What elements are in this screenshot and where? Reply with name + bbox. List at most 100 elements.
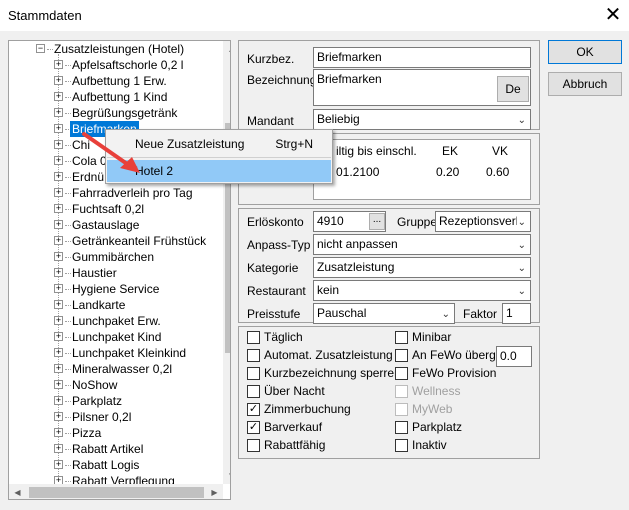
checkbox[interactable]: ✓ [247, 403, 260, 416]
expand-icon[interactable]: + [54, 220, 63, 229]
expand-icon[interactable]: + [54, 364, 63, 373]
expand-icon[interactable]: + [54, 204, 63, 213]
tree-item[interactable]: + Hygiene Service [9, 281, 223, 297]
price-table[interactable]: iltig bis einschl. EK VK 01.2100 0.20 0.… [313, 139, 531, 200]
checkbox[interactable] [395, 349, 408, 362]
close-button[interactable]: ✕ [600, 2, 626, 28]
tree-item[interactable]: + Pilsner 0,2l [9, 409, 223, 425]
expand-icon[interactable]: + [54, 396, 63, 405]
tree-item[interactable]: + Fuchtsaft 0,2l [9, 201, 223, 217]
tree-item-label: Lunchpaket Kleinkind [72, 346, 187, 360]
checkbox[interactable] [395, 439, 408, 452]
expand-icon[interactable]: + [54, 252, 63, 261]
tree-item[interactable]: + Lunchpaket Kind [9, 329, 223, 345]
window-title: Stammdaten [8, 8, 82, 23]
preisstufe-select[interactable]: Pauschal ⌄ [313, 303, 455, 324]
tree-item[interactable]: + Landkarte [9, 297, 223, 313]
tree-item[interactable]: + Fahrradverleih pro Tag [9, 185, 223, 201]
expand-icon[interactable]: + [54, 428, 63, 437]
kategorie-select[interactable]: Zusatzleistung ⌄ [313, 257, 531, 278]
checkbox[interactable] [247, 439, 260, 452]
expand-icon[interactable]: + [54, 348, 63, 357]
checkbox[interactable] [395, 421, 408, 434]
expand-icon[interactable]: + [54, 284, 63, 293]
tree-item[interactable]: + Rabatt Logis [9, 457, 223, 473]
expand-icon[interactable]: + [54, 332, 63, 341]
checkbox[interactable] [395, 403, 408, 416]
kategorie-value: Zusatzleistung [317, 260, 395, 274]
tree-item[interactable]: + Lunchpaket Erw. [9, 313, 223, 329]
gruppe-value: Rezeptionsverk [439, 214, 522, 228]
restaurant-select[interactable]: kein ⌄ [313, 280, 531, 301]
tree-item[interactable]: + Getränkeanteil Frühstück [9, 233, 223, 249]
expand-icon[interactable]: + [54, 76, 63, 85]
faktor-label: Faktor [463, 307, 498, 321]
price-table-header-valid: iltig bis einschl. [336, 144, 417, 158]
expand-icon[interactable]: + [54, 236, 63, 245]
checkbox-label: An FeWo überg. [412, 348, 500, 362]
tree-item[interactable]: + NoShow [9, 377, 223, 393]
tree-item[interactable]: + Apfelsaftschorle 0,2 l [9, 57, 223, 73]
chevron-down-icon: ⌄ [517, 286, 526, 297]
expand-icon[interactable]: + [54, 140, 63, 149]
checkbox-label: Automat. Zusatzleistung [264, 348, 393, 362]
tree-item[interactable]: + Gastauslage [9, 217, 223, 233]
scroll-right-icon[interactable]: ▶ [206, 484, 223, 499]
cancel-button[interactable]: Abbruch [548, 72, 622, 96]
tree-item[interactable]: + Mineralwasser 0,2l [9, 361, 223, 377]
expand-icon[interactable]: + [54, 300, 63, 309]
tree-item[interactable]: + Aufbettung 1 Kind [9, 89, 223, 105]
expand-icon[interactable]: + [54, 444, 63, 453]
expand-icon[interactable]: + [54, 108, 63, 117]
expand-icon[interactable]: + [54, 380, 63, 389]
expand-icon[interactable]: + [54, 124, 63, 133]
checkbox[interactable]: ✓ [247, 421, 260, 434]
expand-icon[interactable]: + [54, 188, 63, 197]
mandant-select[interactable]: Beliebig ⌄ [313, 109, 531, 130]
checkbox[interactable] [247, 331, 260, 344]
tree-item[interactable]: + Aufbettung 1 Erw. [9, 73, 223, 89]
expand-icon[interactable]: + [54, 268, 63, 277]
scroll-left-icon[interactable]: ◀ [9, 484, 26, 499]
chevron-down-icon: ⌄ [517, 115, 526, 126]
tree-item[interactable]: + Parkplatz [9, 393, 223, 409]
collapse-icon[interactable]: − [36, 44, 45, 53]
anpasstyp-select[interactable]: nicht anpassen ⌄ [313, 234, 531, 255]
tree-item[interactable]: + Begrüßungsgetränk [9, 105, 223, 121]
tree-item[interactable]: + Haustier [9, 265, 223, 281]
expand-icon[interactable]: + [54, 60, 63, 69]
faktor-input[interactable]: 1 [502, 303, 531, 324]
checkbox[interactable] [395, 385, 408, 398]
checkbox[interactable] [395, 331, 408, 344]
expand-icon[interactable]: + [54, 460, 63, 469]
tree-item[interactable]: + Gummibärchen [9, 249, 223, 265]
checkbox[interactable] [395, 367, 408, 380]
tree-item[interactable]: + Rabatt Artikel [9, 441, 223, 457]
horizontal-scroll-thumb[interactable] [29, 487, 204, 498]
expand-icon[interactable]: + [54, 156, 63, 165]
chevron-down-icon: ⌄ [517, 240, 526, 251]
checkbox-label: Zimmerbuchung [264, 402, 351, 416]
expand-icon[interactable]: + [54, 172, 63, 181]
tree-item[interactable]: + Pizza [9, 425, 223, 441]
scroll-down-icon[interactable]: ▼ [223, 467, 230, 484]
tree-item[interactable]: + Lunchpaket Kleinkind [9, 345, 223, 361]
checkbox-label: Minibar [412, 330, 452, 344]
checkbox[interactable] [247, 385, 260, 398]
gruppe-select[interactable]: Rezeptionsverk ⌄ [435, 211, 531, 232]
erloeskonto-browse-button[interactable]: ... [369, 213, 385, 230]
checkbox[interactable] [247, 349, 260, 362]
scroll-up-icon[interactable]: ▲ [223, 41, 230, 58]
expand-icon[interactable]: + [54, 412, 63, 421]
chevron-down-icon: ⌄ [517, 263, 526, 274]
language-de-button[interactable]: De [497, 76, 529, 102]
checkbox[interactable] [247, 367, 260, 380]
tree-view[interactable]: − Zusatzleistungen (Hotel) + Apfelsaftschor… [8, 40, 231, 500]
ok-button[interactable]: OK [548, 40, 622, 64]
tree-root[interactable]: − Zusatzleistungen (Hotel) [9, 41, 223, 57]
kurzbez-input[interactable]: Briefmarken [313, 47, 531, 68]
fewo-value-input[interactable]: 0.0 [496, 346, 532, 367]
expand-icon[interactable]: + [54, 316, 63, 325]
tree-item-label: Rabatt Logis [72, 458, 140, 472]
expand-icon[interactable]: + [54, 92, 63, 101]
